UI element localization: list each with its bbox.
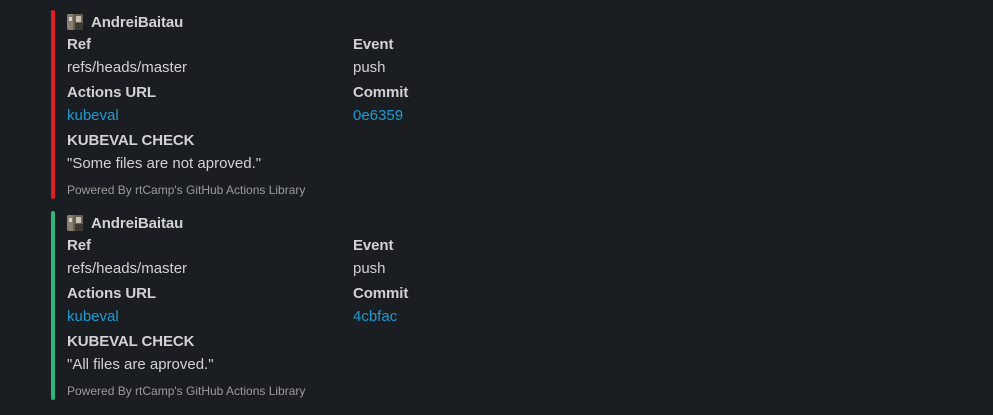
field-label: KUBEVAL CHECK — [67, 333, 195, 350]
status-color-bar — [51, 10, 55, 199]
field-label: Commit — [353, 285, 409, 302]
field-label: Event — [353, 237, 394, 254]
field-commit: Commit 0e6359 — [353, 83, 623, 127]
field-label: Commit — [353, 84, 409, 101]
author[interactable]: AndreiBaitau — [67, 13, 183, 31]
field-value: refs/heads/master — [67, 260, 188, 277]
field-label: KUBEVAL CHECK — [67, 132, 195, 149]
attachment-footer: Powered By rtCamp's GitHub Actions Libra… — [67, 384, 306, 398]
field-event: Event push — [353, 236, 623, 280]
commit-link[interactable]: 0e6359 — [353, 107, 403, 124]
attachment-content: AndreiBaitau Ref refs/heads/master Event… — [67, 211, 727, 400]
field-value: "All files are aproved." — [67, 356, 214, 373]
field-label: Ref — [67, 237, 91, 254]
actions-url-link[interactable]: kubeval — [67, 308, 119, 325]
field-label: Actions URL — [67, 84, 156, 101]
avatar-icon[interactable] — [67, 215, 83, 231]
author-name[interactable]: AndreiBaitau — [91, 14, 183, 31]
field-label: Ref — [67, 36, 91, 53]
field-actions-url: Actions URL kubeval — [67, 284, 337, 328]
field-event: Event push — [353, 35, 623, 79]
message-attachments: AndreiBaitau Ref refs/heads/master Event… — [0, 0, 993, 415]
status-color-bar — [51, 211, 55, 400]
field-label: Actions URL — [67, 285, 156, 302]
field-value: push — [353, 59, 386, 76]
field-ref: Ref refs/heads/master — [67, 35, 337, 79]
attachment-success: AndreiBaitau Ref refs/heads/master Event… — [51, 211, 751, 400]
attachment-content: AndreiBaitau Ref refs/heads/master Event… — [67, 10, 727, 199]
field-value: push — [353, 260, 386, 277]
field-commit: Commit 4cbfac — [353, 284, 623, 328]
field-ref: Ref refs/heads/master — [67, 236, 337, 280]
author[interactable]: AndreiBaitau — [67, 214, 183, 232]
author-name[interactable]: AndreiBaitau — [91, 215, 183, 232]
commit-link[interactable]: 4cbfac — [353, 308, 397, 325]
field-kubeval-check: KUBEVAL CHECK "Some files are not aprove… — [67, 131, 667, 175]
field-label: Event — [353, 36, 394, 53]
field-kubeval-check: KUBEVAL CHECK "All files are aproved." — [67, 332, 667, 376]
actions-url-link[interactable]: kubeval — [67, 107, 119, 124]
attachment-failure: AndreiBaitau Ref refs/heads/master Event… — [51, 10, 751, 199]
avatar-icon[interactable] — [67, 14, 83, 30]
attachment-footer: Powered By rtCamp's GitHub Actions Libra… — [67, 183, 306, 197]
field-value: "Some files are not aproved." — [67, 155, 262, 172]
field-actions-url: Actions URL kubeval — [67, 83, 337, 127]
field-value: refs/heads/master — [67, 59, 188, 76]
